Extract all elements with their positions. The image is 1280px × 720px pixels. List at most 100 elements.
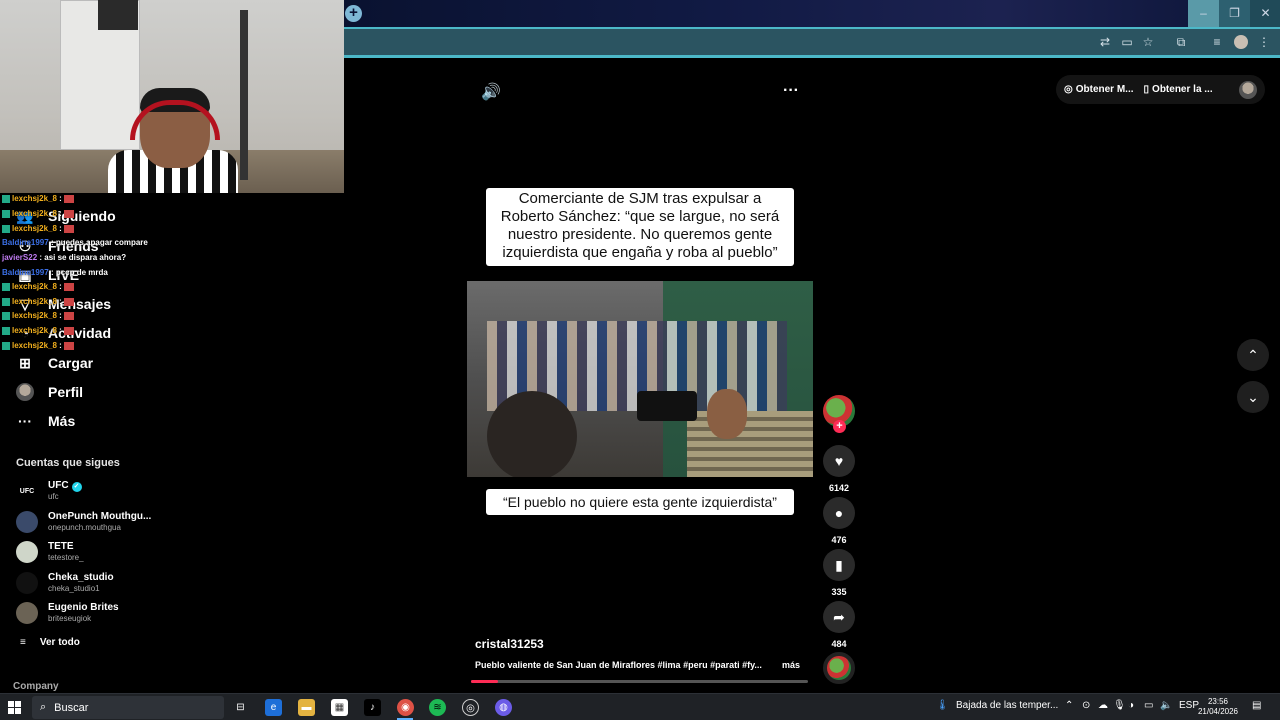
- windows-taskbar: ⌕ Buscar ⊟ e ▬ ▦ ♪ ◉ ≋ ◎ ◍ 🌡 Bajada de l…: [0, 693, 1280, 720]
- video-caption: Comerciante de SJM tras expulsar a Rober…: [486, 188, 794, 266]
- author-username[interactable]: cristal31253: [475, 637, 544, 651]
- sidebar-item-label: Actividad: [48, 325, 112, 341]
- spotify-icon[interactable]: ≋: [429, 699, 446, 716]
- minimize-button[interactable]: –: [1188, 0, 1219, 27]
- close-button[interactable]: ✕: [1250, 0, 1280, 27]
- tray-app-icon[interactable]: ◑: [1128, 700, 1134, 711]
- tray-app-icon[interactable]: ☁: [1098, 700, 1108, 711]
- list-icon: ≡: [20, 637, 26, 648]
- profile-avatar[interactable]: [1234, 35, 1248, 49]
- account-name: OnePunch Mouthgu...: [48, 511, 152, 522]
- file-explorer-icon[interactable]: ▬: [298, 699, 315, 716]
- sound-disc-icon[interactable]: [823, 652, 855, 684]
- followed-account[interactable]: Cheka_studio cheka_studio1: [16, 570, 114, 596]
- tray-chevron-icon[interactable]: ⌃: [1065, 700, 1073, 711]
- like-action: ♥ 6142: [822, 445, 856, 493]
- sidebar-item-more[interactable]: ··· Más: [16, 409, 75, 433]
- more-description-link[interactable]: más: [782, 660, 800, 670]
- microphone-icon[interactable]: 🎙: [1113, 700, 1126, 711]
- like-count: 6142: [828, 483, 850, 493]
- sidebar-item-label: LIVE: [48, 267, 80, 283]
- account-handle: ufc: [48, 492, 59, 501]
- bookmark-icon[interactable]: ▮: [823, 549, 855, 581]
- previous-video-button[interactable]: ⌃: [1237, 339, 1269, 371]
- maximize-button[interactable]: ❐: [1219, 0, 1250, 27]
- see-all-link[interactable]: ≡ Ver todo: [20, 637, 80, 648]
- sidebar-item-label: Siguiendo: [48, 208, 116, 224]
- search-icon: ⌕: [40, 701, 47, 713]
- discord-icon[interactable]: ◍: [495, 699, 512, 716]
- ufc-logo-icon: UFC: [16, 480, 38, 502]
- comment-icon[interactable]: ●: [823, 497, 855, 529]
- sidebar-item-messages[interactable]: ▽ Mensajes: [16, 292, 111, 316]
- cast-icon[interactable]: ▭: [1120, 35, 1134, 49]
- sidebar-item-label: Friends: [48, 238, 99, 254]
- account-name: Cheka_studio: [48, 572, 114, 583]
- video-description: Pueblo valiente de San Juan de Miraflore…: [475, 660, 762, 670]
- sidebar-item-live[interactable]: ▣ LIVE: [16, 263, 79, 287]
- tray-app-icon[interactable]: ⊙: [1082, 700, 1090, 711]
- upload-icon: ⊞: [19, 354, 31, 371]
- sidebar-item-label: Mensajes: [48, 296, 112, 312]
- account-handle: onepunch.mouthgua: [48, 523, 121, 532]
- weather-text[interactable]: Bajada de las temper...: [956, 700, 1058, 711]
- video-frame[interactable]: [467, 281, 813, 477]
- sidebar-item-friends[interactable]: ⚇ Friends: [16, 234, 99, 258]
- chrome-icon[interactable]: ◉: [397, 699, 414, 716]
- sidebar: 👥 Siguiendo ⚇ Friends ▣ LIVE ▽ Mensajes …: [0, 193, 344, 693]
- progress-fill: [471, 680, 498, 683]
- profile-avatar[interactable]: [1239, 80, 1257, 99]
- sidebar-item-upload[interactable]: ⊞ Cargar: [16, 351, 93, 375]
- network-icon[interactable]: ▭: [1144, 700, 1153, 711]
- store-icon[interactable]: ▦: [331, 699, 348, 716]
- get-app-button[interactable]: ◎ Obtener M...: [1064, 84, 1134, 95]
- account-avatar: [16, 511, 38, 533]
- messages-icon: ▽: [19, 295, 31, 312]
- volume-icon[interactable]: 🔊: [481, 82, 501, 102]
- tiktok-icon[interactable]: ♪: [364, 699, 381, 716]
- edge-icon[interactable]: e: [265, 699, 282, 716]
- comment-count: 476: [831, 535, 847, 545]
- menu-kebab-icon[interactable]: ⋮: [1257, 35, 1271, 49]
- account-handle: cheka_studio1: [48, 584, 100, 593]
- task-view-icon[interactable]: ⊟: [232, 699, 249, 716]
- heart-icon[interactable]: ♥: [823, 445, 855, 477]
- followed-account[interactable]: Eugenio Brites briteseugiok: [16, 600, 119, 626]
- follow-plus-icon[interactable]: +: [833, 420, 846, 433]
- save-action: ▮ 335: [822, 549, 856, 597]
- weather-icon[interactable]: 🌡: [936, 700, 949, 711]
- followed-account[interactable]: OnePunch Mouthgu... onepunch.mouthgua: [16, 509, 151, 535]
- activity-icon: ◔: [20, 325, 30, 341]
- extensions-icon[interactable]: ⧉: [1174, 35, 1188, 49]
- more-options-icon[interactable]: ···: [783, 82, 799, 100]
- volume-tray-icon[interactable]: 🔈: [1160, 700, 1172, 711]
- obs-icon[interactable]: ◎: [462, 699, 479, 716]
- followed-account[interactable]: TETE tetestore_: [16, 539, 84, 565]
- account-avatar: [16, 572, 38, 594]
- sidebar-item-following[interactable]: 👥 Siguiendo: [16, 204, 116, 228]
- get-desktop-button[interactable]: ▯ Obtener la ...: [1144, 84, 1213, 95]
- share-action: ➦ 484: [822, 601, 856, 649]
- comment-action: ● 476: [822, 497, 856, 545]
- account-handle: briteseugiok: [48, 614, 92, 623]
- sidebar-item-profile[interactable]: Perfil: [16, 380, 83, 404]
- notifications-icon[interactable]: ▤: [1252, 700, 1261, 711]
- followed-account[interactable]: UFC UFC ✓ ufc: [16, 478, 82, 504]
- account-avatar: [16, 602, 38, 624]
- windows-start-icon[interactable]: [8, 701, 21, 714]
- address-bar[interactable]: ⇄ ▭ ☆ ⧉ ≡ ⋮: [344, 27, 1280, 55]
- account-name: Eugenio Brites: [48, 602, 119, 613]
- share-icon[interactable]: ➦: [823, 601, 855, 633]
- taskbar-clock[interactable]: 23:56 21/04/2026: [1196, 697, 1240, 717]
- media-control-icon[interactable]: ≡: [1210, 35, 1224, 49]
- new-tab-button[interactable]: +: [345, 5, 362, 22]
- sidebar-item-activity[interactable]: ◔ Actividad: [16, 321, 111, 345]
- get-app-pill: ◎ Obtener M... ▯ Obtener la ...: [1056, 75, 1265, 104]
- bookmark-star-icon[interactable]: ☆: [1141, 35, 1155, 49]
- next-video-button[interactable]: ⌄: [1237, 381, 1269, 413]
- video-progress-bar[interactable]: [471, 680, 808, 683]
- taskbar-search[interactable]: ⌕ Buscar: [32, 696, 224, 719]
- video-subtitle: “El pueblo no quiere esta gente izquierd…: [486, 489, 794, 515]
- account-avatar: [16, 541, 38, 563]
- translate-icon[interactable]: ⇄: [1098, 35, 1112, 49]
